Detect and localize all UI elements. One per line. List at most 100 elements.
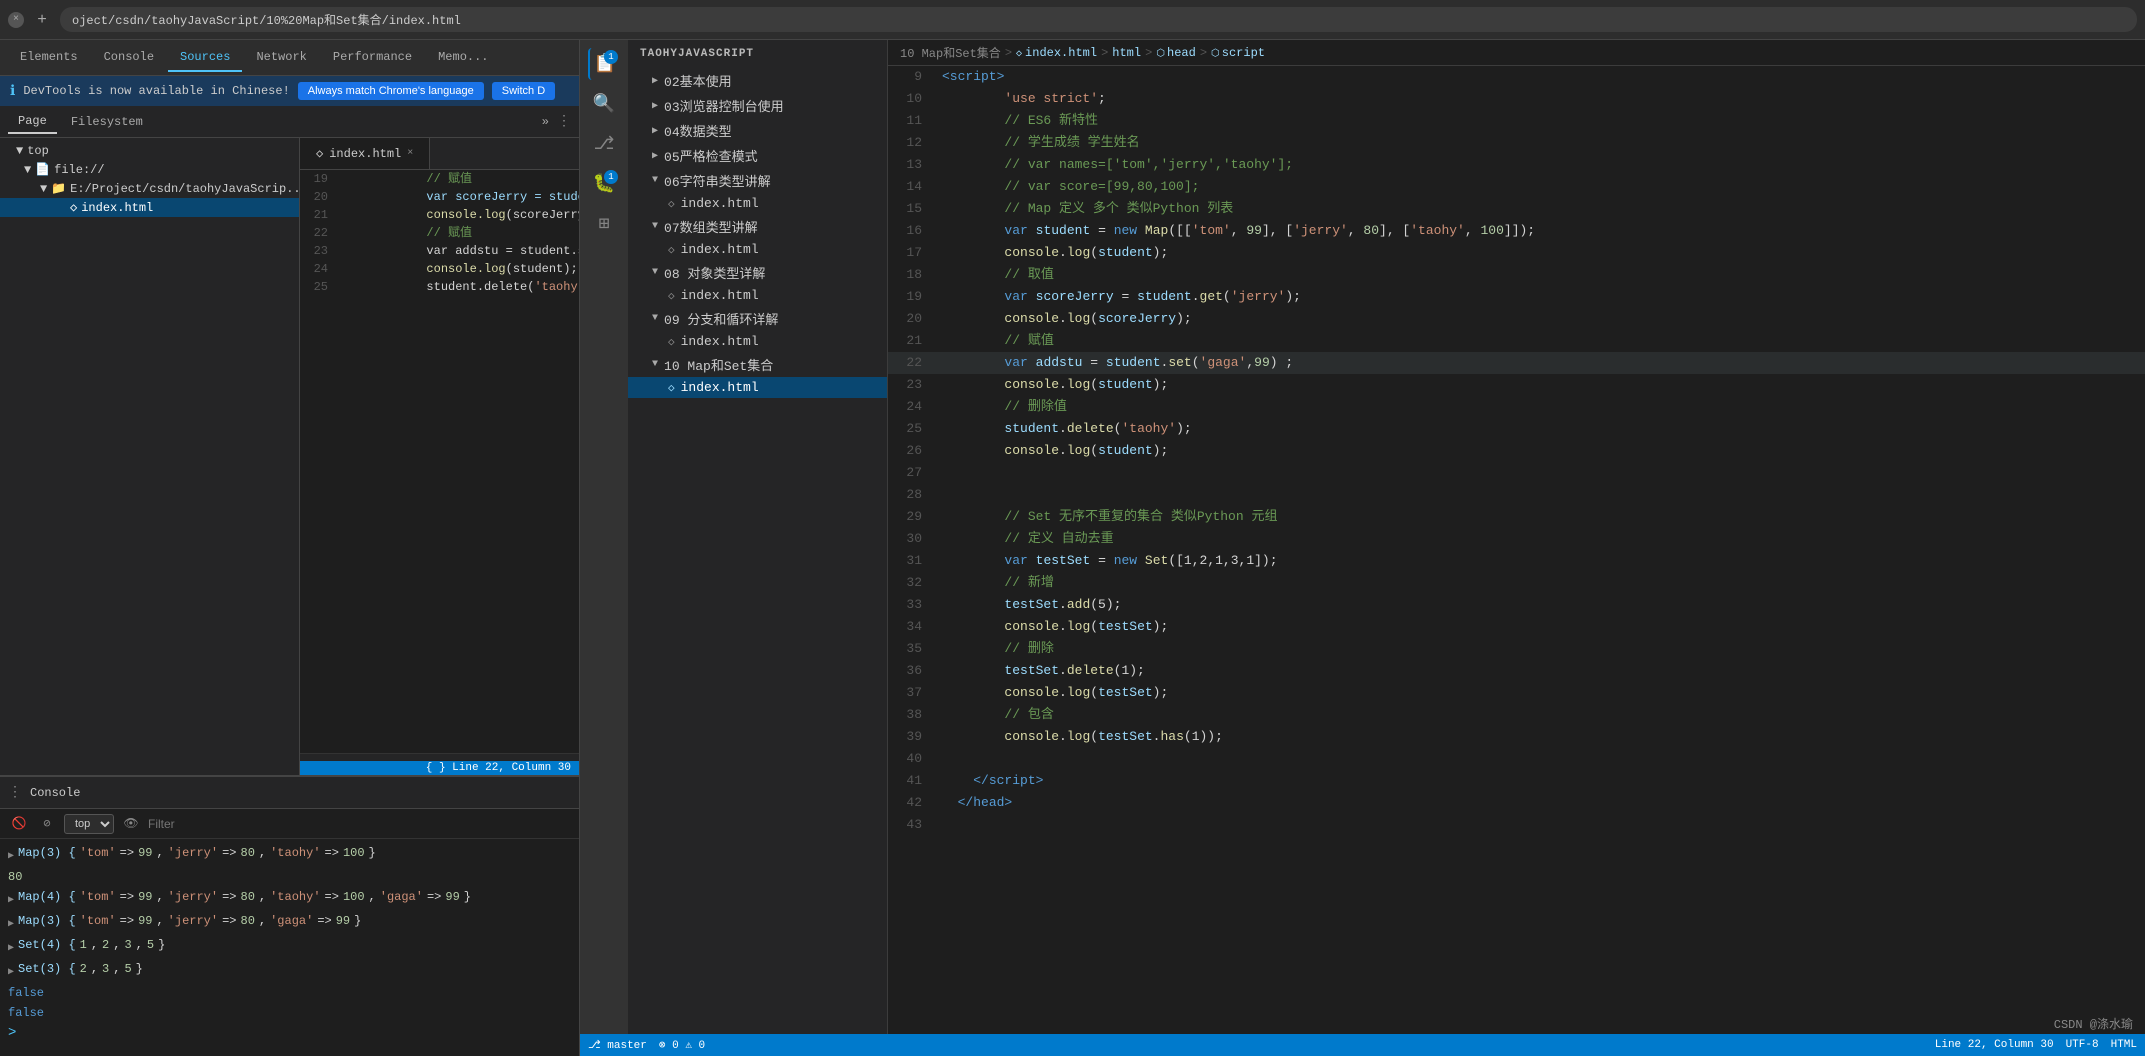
sidebar-icon-git[interactable]: ⎇ xyxy=(588,128,620,160)
tab-close-btn[interactable]: × xyxy=(8,12,24,28)
tree-item-project[interactable]: ▼ 📁 E:/Project/csdn/taohyJavaScrip... xyxy=(0,179,299,198)
exp-arrow-02: ▶ xyxy=(652,75,658,87)
editor-line-15: 15 // Map 定义 多个 类似Python 列表 xyxy=(888,198,2145,220)
explorer-item-09-index[interactable]: ◇ index.html xyxy=(628,331,887,352)
mini-editor-tabs: ◇ index.html × xyxy=(300,138,579,170)
filter-input[interactable] xyxy=(148,817,571,831)
address-bar[interactable]: oject/csdn/taohyJavaScript/10%20Map和Set集… xyxy=(60,7,2137,32)
console-eye-btn[interactable]: 👁 xyxy=(120,813,142,835)
breadcrumb-sep-4: > xyxy=(1200,46,1207,60)
mini-code-tab[interactable]: ◇ index.html × xyxy=(300,138,430,169)
output-7: false xyxy=(8,983,44,1003)
watermark: CSDN @涤水瑜 xyxy=(2054,1015,2133,1032)
tab-memory[interactable]: Memo... xyxy=(426,44,500,72)
editor-line-41: 41 </script> xyxy=(888,770,2145,792)
more-tabs[interactable]: » xyxy=(542,115,549,129)
explorer-item-06[interactable]: ▼ 06字符串类型讲解 xyxy=(628,168,887,193)
vscode-inner: 📋 1 🔍 ⎇ 🐛 1 ⊞ xyxy=(580,40,2145,1034)
tab-add-btn[interactable]: + xyxy=(30,8,54,32)
tab-sources[interactable]: Sources xyxy=(168,44,242,72)
sidebar-icon-search[interactable]: 🔍 xyxy=(588,88,620,120)
breadcrumb-script[interactable]: ⬡script xyxy=(1211,46,1265,60)
console-line-4: ▶ Map(3) {'tom' => 99, 'jerry' => 80, 'g… xyxy=(8,911,571,935)
sidebar-icon-extensions[interactable]: ⊞ xyxy=(588,208,620,240)
console-stop-btn[interactable]: ⊘ xyxy=(36,813,58,835)
file-breadcrumb-icon: ◇ xyxy=(1016,49,1022,60)
editor-line-31: 31 var testSet = new Set([1,2,1,3,1]); xyxy=(888,550,2145,572)
explorer-item-09[interactable]: ▼ 09 分支和循环详解 xyxy=(628,306,887,331)
expand-arrow-4[interactable]: ▶ xyxy=(8,915,14,935)
editor-line-16: 16 var student = new Map([['tom', 99], [… xyxy=(888,220,2145,242)
exp-arrow-09: ▼ xyxy=(652,313,658,324)
expand-arrow-6[interactable]: ▶ xyxy=(8,963,14,983)
editor-line-26: 26 console.log(student); xyxy=(888,440,2145,462)
tab-page[interactable]: Page xyxy=(8,110,57,134)
explorer-item-05[interactable]: ▶ 05严格检查模式 xyxy=(628,143,887,168)
expand-arrow-1[interactable]: ▶ xyxy=(8,847,14,867)
sidebar-icon-debug[interactable]: 🐛 1 xyxy=(588,168,620,200)
arrow-project: ▼ xyxy=(40,182,47,196)
vscode-main: TAOHYJAVASCRIPT ▶ 02基本使用 ▶ 03浏览器控制台使用 ▶ … xyxy=(628,40,2145,1034)
notification-badge: 1 xyxy=(604,50,618,64)
tab-filesystem[interactable]: Filesystem xyxy=(61,111,153,133)
editor-line-9: 9 <script> xyxy=(888,66,2145,88)
panel-menu[interactable]: ⋮ xyxy=(557,113,571,130)
editor-line-11: 11 // ES6 新特性 xyxy=(888,110,2145,132)
output-4: Map(3) { xyxy=(18,911,76,931)
mini-tab-close[interactable]: × xyxy=(407,148,413,159)
explorer-item-08[interactable]: ▼ 08 对象类型详解 xyxy=(628,260,887,285)
switch-btn[interactable]: Switch D xyxy=(492,82,555,100)
prompt-cursor: > xyxy=(8,1023,16,1043)
explorer-item-08-index[interactable]: ◇ index.html xyxy=(628,285,887,306)
vscode-sidebar: 📋 1 🔍 ⎇ 🐛 1 ⊞ xyxy=(580,40,628,1034)
match-language-btn[interactable]: Always match Chrome's language xyxy=(298,82,484,100)
vscode-editor[interactable]: 9 <script> 10 'use strict'; 11 // ES6 新特… xyxy=(888,66,2145,1034)
explorer-item-10-index[interactable]: ◇ index.html xyxy=(628,377,887,398)
editor-line-38: 38 // 包含 xyxy=(888,704,2145,726)
console-clear-btn[interactable]: 🚫 xyxy=(8,813,30,835)
vscode-explorer: TAOHYJAVASCRIPT ▶ 02基本使用 ▶ 03浏览器控制台使用 ▶ … xyxy=(628,40,888,1034)
breadcrumb-linenum: 10 Map和Set集合 xyxy=(900,44,1001,61)
explorer-item-04[interactable]: ▶ 04数据类型 xyxy=(628,118,887,143)
tab-network[interactable]: Network xyxy=(244,44,318,72)
output-6: Set(3) { xyxy=(18,959,76,979)
expand-arrow-3[interactable]: ▶ xyxy=(8,891,14,911)
context-selector[interactable]: top xyxy=(64,814,114,834)
tab-performance[interactable]: Performance xyxy=(321,44,424,72)
breadcrumb-file[interactable]: ◇index.html xyxy=(1016,46,1097,60)
exp-label-08: 08 对象类型详解 xyxy=(664,263,765,282)
console-line-8: false xyxy=(8,1003,571,1023)
breadcrumb-head[interactable]: ⬡head xyxy=(1156,46,1196,60)
editor-line-24: 24 // 删除值 xyxy=(888,396,2145,418)
exp-label-07: 07数组类型讲解 xyxy=(664,217,758,236)
mini-status: { } Line 22, Column 30 xyxy=(300,761,579,775)
explorer-item-06-index[interactable]: ◇ index.html xyxy=(628,193,887,214)
breadcrumb-html[interactable]: html xyxy=(1112,46,1141,60)
sidebar-icon-explorer[interactable]: 📋 1 xyxy=(588,48,620,80)
console-prompt: > xyxy=(8,1023,571,1043)
mini-code-lines: 19 // 赋值 20 var scoreJerry = studen... 2… xyxy=(300,170,579,753)
explorer-item-10[interactable]: ▼ 10 Map和Set集合 xyxy=(628,352,887,377)
exp-icon-08: ◇ xyxy=(668,289,675,303)
explorer-item-02[interactable]: ▶ 02基本使用 xyxy=(628,68,887,93)
tree-item-top[interactable]: ▼ top xyxy=(0,142,299,160)
editor-line-29: 29 // Set 无序不重复的集合 类似Python 元组 xyxy=(888,506,2145,528)
tab-elements[interactable]: Elements xyxy=(8,44,90,72)
explorer-item-07-index[interactable]: ◇ index.html xyxy=(628,239,887,260)
explorer-item-07[interactable]: ▼ 07数组类型讲解 xyxy=(628,214,887,239)
explorer-item-03[interactable]: ▶ 03浏览器控制台使用 xyxy=(628,93,887,118)
expand-arrow-5[interactable]: ▶ xyxy=(8,939,14,959)
tree-item-file[interactable]: ▼ 📄 file:// xyxy=(0,160,299,179)
exp-label-07-index: index.html xyxy=(681,242,759,257)
script-breadcrumb-icon: ⬡ xyxy=(1211,49,1220,60)
editor-line-33: 33 testSet.add(5); xyxy=(888,594,2145,616)
tab-console[interactable]: Console xyxy=(92,44,166,72)
file-icon: ◇ xyxy=(70,200,77,215)
status-lang: HTML xyxy=(2111,1039,2137,1051)
editor-container: 10 Map和Set集合 > ◇index.html > html > ⬡hea… xyxy=(888,40,2145,1034)
editor-line-19: 19 var scoreJerry = student.get('jerry')… xyxy=(888,286,2145,308)
console-toolbar: 🚫 ⊘ top 👁 xyxy=(0,809,579,839)
head-breadcrumb-icon: ⬡ xyxy=(1156,49,1165,60)
tree-item-index[interactable]: ◇ index.html xyxy=(0,198,299,217)
editor-line-18: 18 // 取值 xyxy=(888,264,2145,286)
